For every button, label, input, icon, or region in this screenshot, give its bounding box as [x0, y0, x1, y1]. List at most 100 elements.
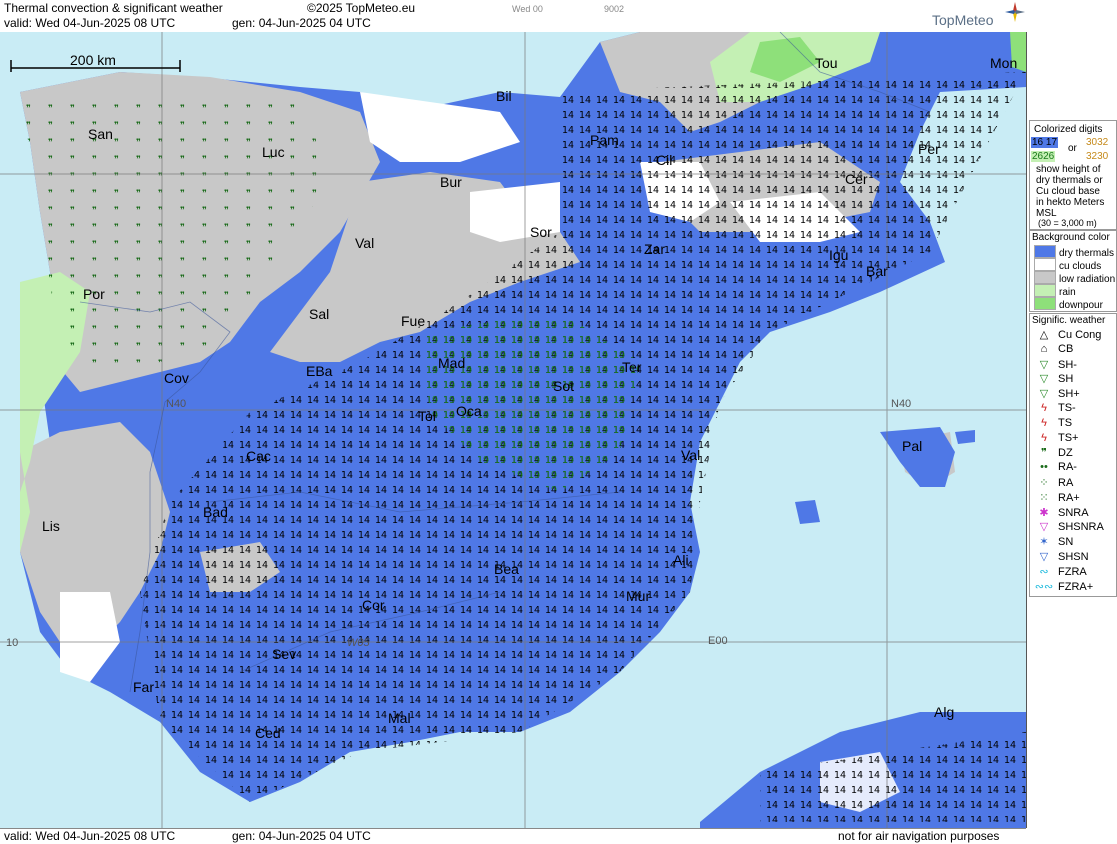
legend-sig-item: ϟ TS-: [1034, 402, 1076, 414]
city-label[interactable]: Zar: [644, 241, 665, 257]
legend-sig-item: •• RA-: [1034, 461, 1077, 473]
gen-time: gen: 04-Jun-2025 04 UTC: [232, 16, 371, 30]
rain-light-icon: ••: [1040, 461, 1048, 474]
city-label[interactable]: Cor: [362, 597, 385, 613]
weather-map[interactable]: ❞ 14 19: [0, 32, 1027, 828]
legend-bg-title: Background color: [1032, 232, 1110, 243]
footer-disclaimer: not for air navigation purposes: [838, 829, 1000, 843]
city-label[interactable]: Ter: [622, 359, 641, 375]
grid-label-e00: E00: [708, 635, 728, 647]
snow-shower-icon: ▽: [1039, 551, 1049, 563]
legend-sig-label: CB: [1058, 342, 1074, 355]
thunderstorm-icon: ϟ: [1041, 416, 1047, 429]
legend-desc: in hekto Meters: [1036, 197, 1105, 208]
city-label[interactable]: Mon: [990, 55, 1017, 71]
city-label[interactable]: Bad: [203, 504, 228, 520]
city-label[interactable]: Tou: [815, 55, 838, 71]
legend-bg-item: low radiation: [1034, 271, 1115, 285]
cb-icon: ⌂: [1040, 342, 1048, 355]
city-label[interactable]: Bea: [494, 561, 519, 577]
legend-sig-item: ❞ DZ: [1034, 446, 1073, 459]
city-label[interactable]: Fue: [401, 313, 425, 329]
legend-bg-item: downpour: [1034, 297, 1103, 311]
city-label[interactable]: Cac: [246, 448, 271, 464]
legend-sig-label: TS+: [1058, 431, 1079, 444]
snow-icon: ✶: [1039, 536, 1049, 549]
city-label[interactable]: Luc: [262, 144, 285, 160]
legend-sig-label: TS: [1058, 416, 1073, 429]
city-label[interactable]: Pam: [590, 132, 619, 148]
map-canvas: ❞ 14 19: [0, 32, 1026, 828]
color-swatch: [1034, 271, 1056, 284]
city-label[interactable]: Sal: [309, 306, 329, 322]
legend-sig-label: SHSNRA: [1058, 521, 1104, 534]
city-label[interactable]: Oca: [456, 403, 482, 419]
city-label[interactable]: Ali: [673, 552, 689, 568]
legend-bg-item: rain: [1034, 284, 1076, 298]
legend-sig-label: RA-: [1058, 461, 1077, 474]
city-label[interactable]: Cil: [656, 152, 672, 168]
legend-sig-label: SH: [1058, 373, 1074, 386]
legend-digits-orange1: 3032: [1086, 137, 1109, 148]
legend-desc: Cu cloud base: [1036, 186, 1100, 197]
legend-sig-item: ▽ SH+: [1034, 387, 1080, 400]
city-label[interactable]: Mad: [438, 355, 465, 371]
city-label[interactable]: Lis: [42, 518, 60, 534]
shower-icon: ▽: [1039, 373, 1049, 386]
legend-sig-item: ϟ TS+: [1034, 432, 1078, 444]
city-label[interactable]: Cer: [845, 171, 868, 187]
snow-rain-icon: ✱: [1039, 506, 1049, 519]
code-label: 9002: [604, 4, 625, 14]
color-swatch: [1034, 245, 1056, 258]
city-label[interactable]: Sor: [530, 224, 552, 240]
legend-sig-item: ⁙ RA+: [1034, 491, 1080, 504]
menorca: [955, 430, 975, 444]
snow-rain-shower-icon: ▽: [1039, 521, 1049, 534]
legend-sigwx-box: Signific. weather △ Cu Cong ⌂ CB ▽ SH- ▽ SH ▽ SH+…: [1029, 313, 1117, 597]
scale-label: 200 km: [70, 52, 116, 68]
legend-sig-item: ϟ TS: [1034, 417, 1072, 429]
valid-time: valid: Wed 04-Jun-2025 08 UTC: [4, 16, 176, 30]
legend-desc: dry thermals or: [1036, 175, 1103, 186]
legend-sig-item: ⁘ RA: [1034, 476, 1073, 489]
legend-sig-label: SH+: [1058, 388, 1080, 401]
map-footer: valid: Wed 04-Jun-2025 08 UTC gen: 04-Ju…: [0, 828, 1026, 844]
legend-sig-item: △ Cu Cong: [1034, 328, 1102, 341]
city-label[interactable]: Bar: [866, 263, 888, 279]
legend-sig-label: FZRA: [1058, 565, 1087, 578]
mallorca: [880, 427, 955, 487]
city-label[interactable]: Cov: [164, 370, 189, 386]
city-label[interactable]: Pal: [902, 438, 922, 454]
city-label[interactable]: Sot: [553, 378, 574, 394]
city-label[interactable]: Alg: [934, 704, 954, 720]
city-label[interactable]: Mur: [626, 588, 650, 604]
city-label[interactable]: Far: [133, 679, 154, 695]
grid-label-w05: W05: [347, 637, 370, 649]
city-label[interactable]: EBa: [306, 363, 332, 379]
city-label[interactable]: Igu: [829, 247, 848, 263]
legend-sig-item: ✶ SN: [1034, 535, 1073, 548]
city-label[interactable]: Ced: [255, 725, 281, 741]
color-swatch: [1034, 258, 1056, 271]
legend-sig-label: SN: [1058, 536, 1074, 549]
city-label[interactable]: Mal: [388, 710, 411, 726]
footer-valid-time: valid: Wed 04-Jun-2025 08 UTC: [4, 829, 176, 843]
grid-label-w10: 10: [6, 637, 19, 649]
city-label[interactable]: San: [88, 126, 113, 142]
city-label[interactable]: Val: [355, 235, 374, 251]
city-label[interactable]: Per: [918, 141, 940, 157]
city-label[interactable]: Sev: [272, 646, 296, 662]
legend-sig-item: ▽ SHSN: [1034, 550, 1089, 563]
grid-label-n40-left: N40: [166, 398, 187, 410]
city-label[interactable]: Tol: [418, 408, 436, 424]
city-label[interactable]: Bil: [496, 88, 512, 104]
legend-desc: (30 = 3,000 m): [1038, 218, 1097, 228]
legend-sig-label: RA+: [1058, 491, 1080, 504]
legend-sig-title: Signific. weather: [1032, 315, 1106, 326]
compass-logo-icon: [1005, 2, 1025, 22]
city-label[interactable]: Val: [681, 447, 700, 463]
rain-icon: ⁘: [1039, 477, 1049, 489]
legend-sig-item: ⌂ CB: [1034, 342, 1074, 355]
city-label[interactable]: Por: [83, 286, 105, 302]
city-label[interactable]: Bur: [440, 174, 462, 190]
